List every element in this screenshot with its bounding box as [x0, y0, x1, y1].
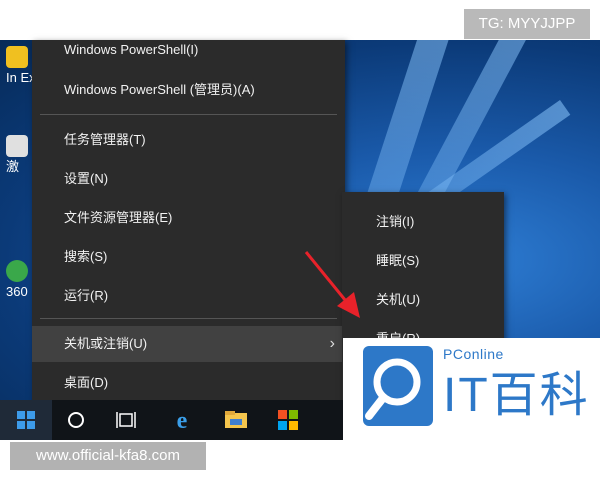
- watermark-top: TG: MYYJJPP: [464, 9, 590, 39]
- logo-name: IT百科: [443, 369, 590, 422]
- logo-brand: PConline: [443, 346, 504, 362]
- pconline-logo: PConline IT百科: [343, 338, 600, 440]
- red-arrow-icon: [304, 251, 352, 307]
- watermark-bottom: www.official-kfa8.com: [10, 442, 206, 470]
- magnifier-logo-icon: [363, 346, 433, 426]
